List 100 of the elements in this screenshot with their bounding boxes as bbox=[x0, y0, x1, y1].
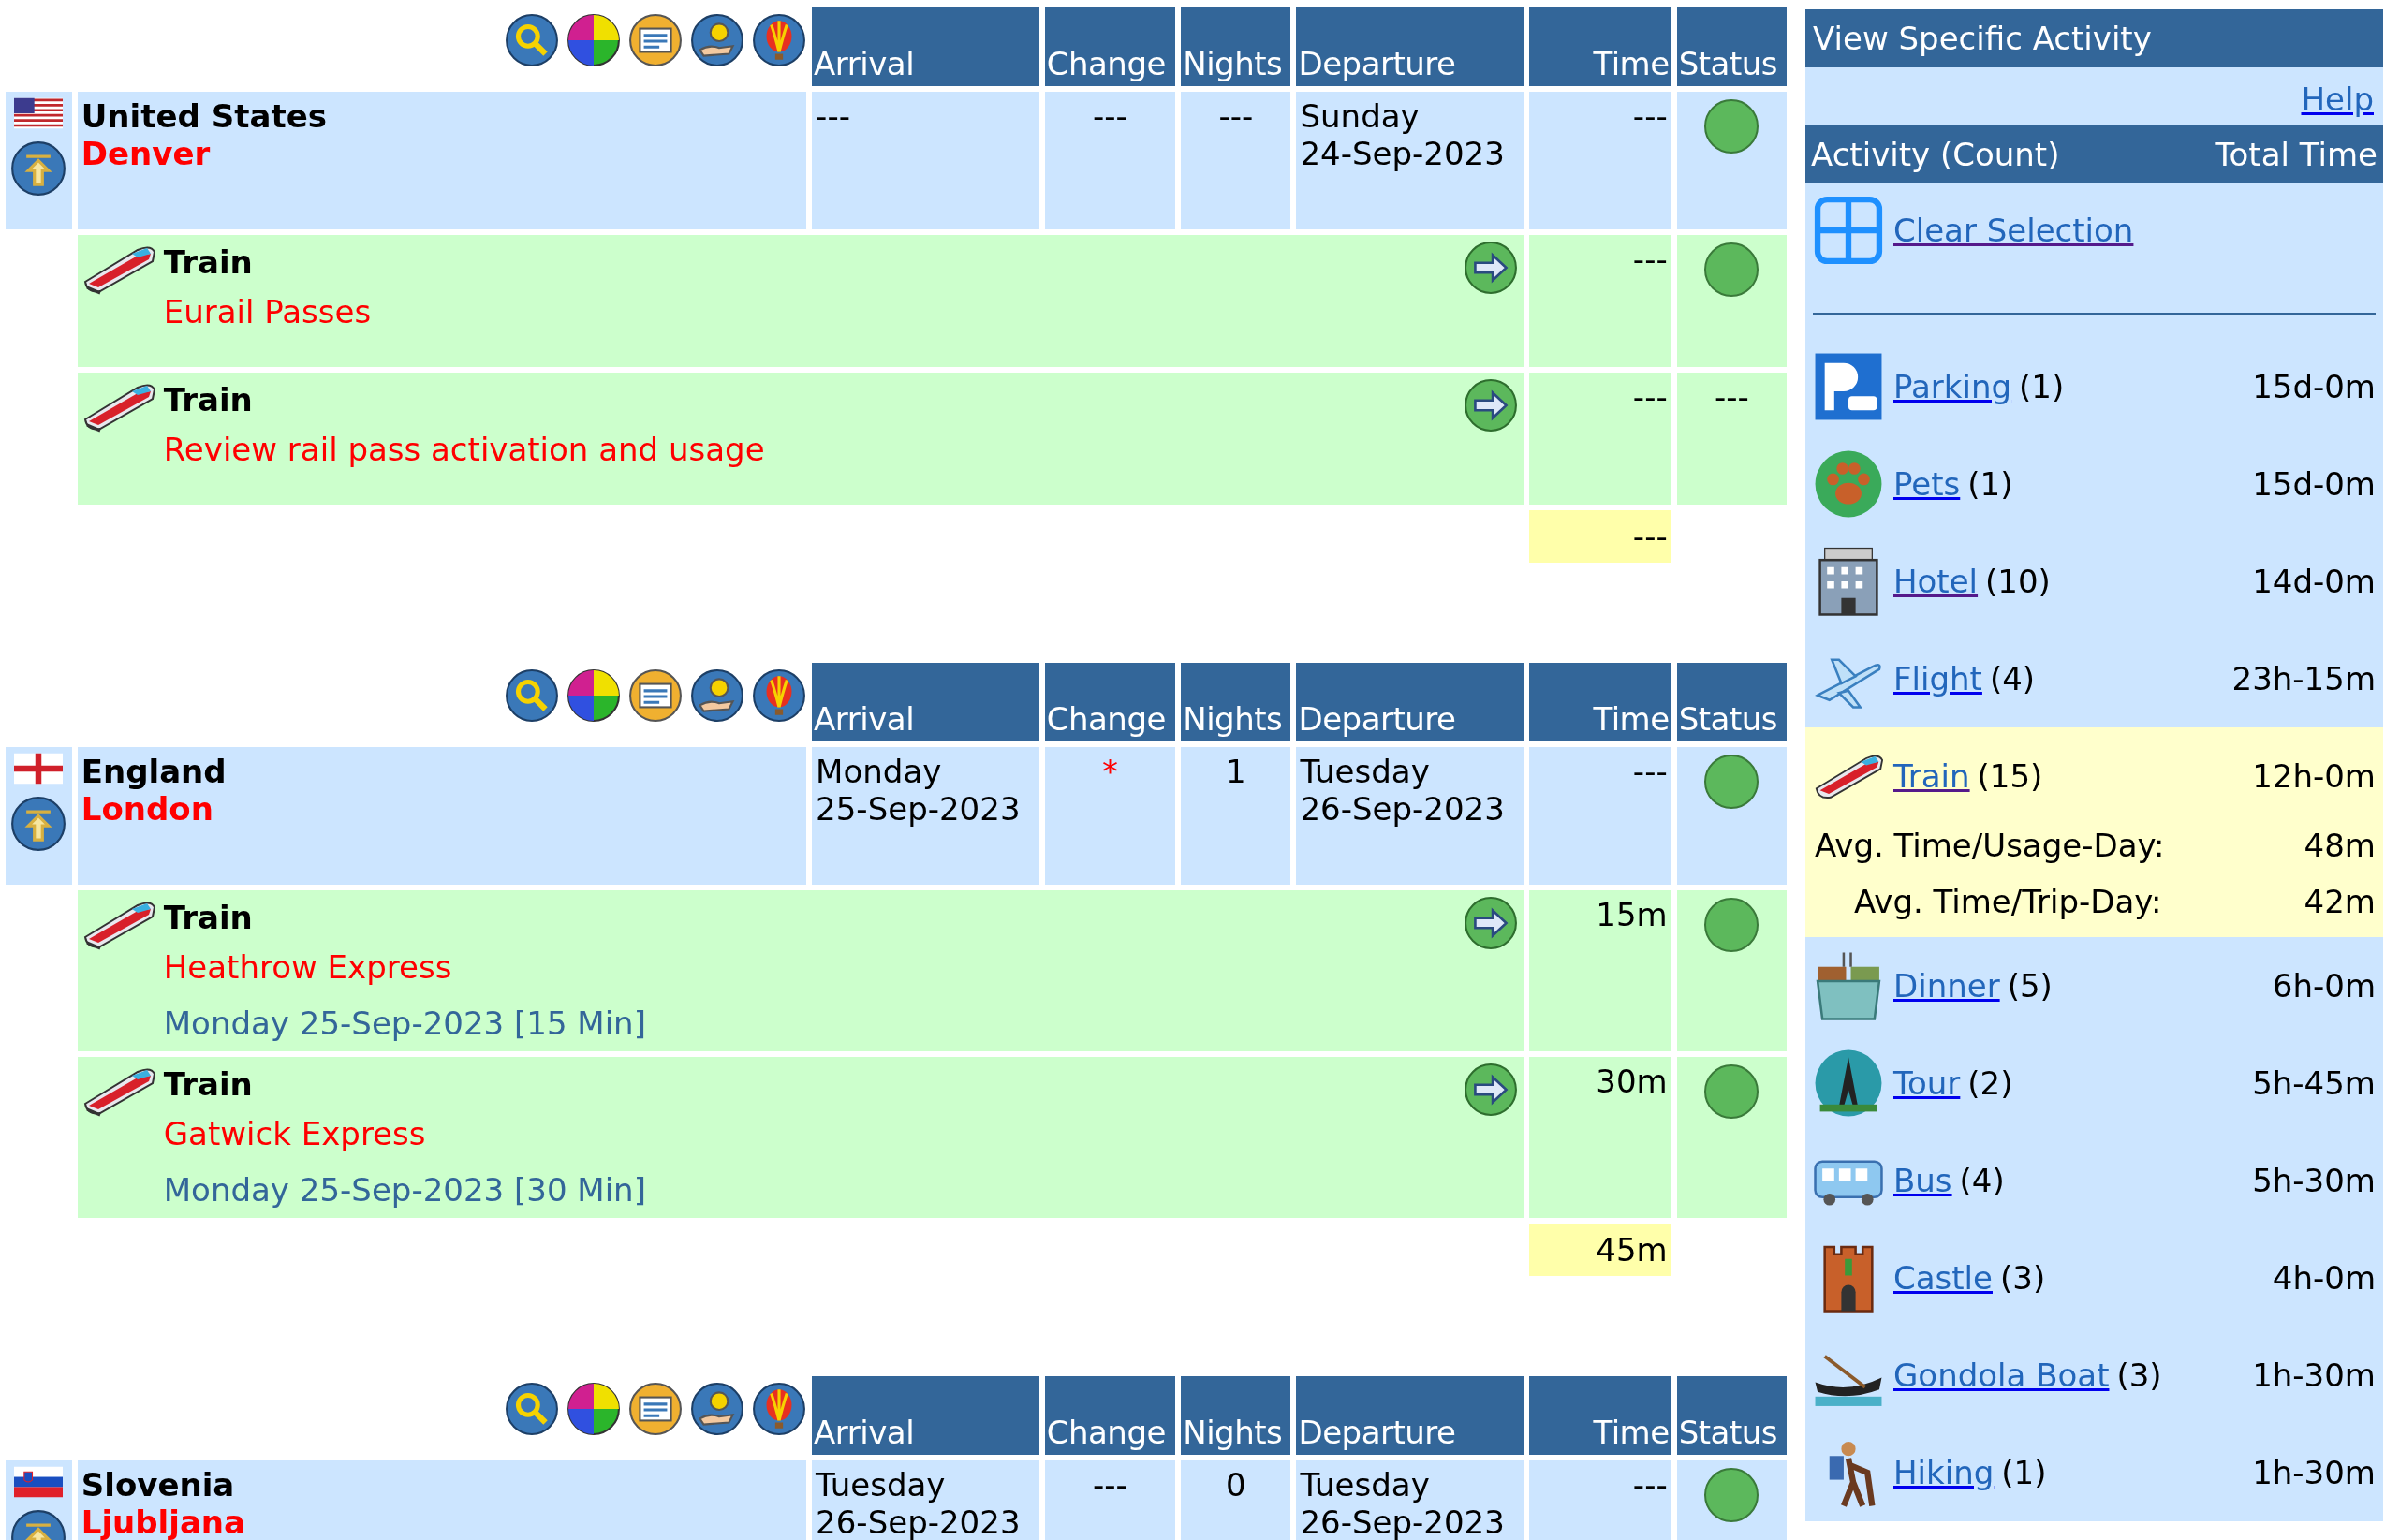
activity-link[interactable]: Parking bbox=[1893, 368, 2012, 405]
pie-chart-icon[interactable] bbox=[567, 668, 622, 723]
column-header: Change bbox=[1044, 7, 1176, 86]
activity-item[interactable]: Flight (4) 23h-15m bbox=[1805, 630, 2383, 727]
activity-item[interactable]: Tour (2) 5h-45m bbox=[1805, 1034, 2383, 1132]
activity-link[interactable]: Dinner bbox=[1893, 967, 2000, 1005]
activity-item[interactable]: Gondola Boat (3) 1h-30m bbox=[1805, 1327, 2383, 1424]
activity-count: (4) bbox=[1959, 1162, 2005, 1199]
card-icon[interactable] bbox=[628, 668, 684, 723]
column-header: Arrival bbox=[812, 663, 1039, 741]
activity-link[interactable]: Train bbox=[1893, 757, 1970, 795]
hand-coin-icon[interactable] bbox=[690, 13, 745, 67]
flag-icon bbox=[14, 753, 64, 785]
clear-selection-link[interactable]: Clear Selection bbox=[1893, 212, 2134, 249]
activity-item[interactable]: Hiking (1) 1h-30m bbox=[1805, 1424, 2383, 1521]
activity-link[interactable]: Flight bbox=[1893, 660, 1982, 697]
magnifier-icon[interactable] bbox=[505, 13, 560, 67]
activity-link[interactable]: Bus bbox=[1893, 1162, 1952, 1199]
status-dot bbox=[1704, 99, 1759, 154]
total-time: 1h-30m bbox=[2252, 1357, 2376, 1394]
total-time: 5h-45m bbox=[2252, 1064, 2376, 1102]
total-time: 23h-15m bbox=[2231, 660, 2376, 697]
stat-label: Avg. Time/Usage-Day: bbox=[1815, 826, 2165, 866]
change-text: --- bbox=[1093, 1466, 1127, 1503]
stat-value: 42m bbox=[2304, 882, 2376, 922]
magnifier-icon[interactable] bbox=[505, 668, 560, 723]
balloon-icon[interactable] bbox=[752, 668, 807, 723]
activity-count: (3) bbox=[2000, 1259, 2046, 1297]
paw-icon bbox=[1813, 448, 1884, 520]
activity-name: Gatwick Express bbox=[163, 1114, 427, 1154]
nights-text: --- bbox=[1218, 97, 1254, 135]
departure-text: 26-Sep-2023 bbox=[1300, 790, 1506, 828]
activity-link[interactable]: Pets bbox=[1893, 465, 1961, 503]
activity-link[interactable]: Gondola Boat bbox=[1893, 1357, 2110, 1394]
activity-link[interactable]: Castle bbox=[1893, 1259, 1993, 1297]
column-header: Time bbox=[1529, 663, 1671, 741]
activity-date: Monday 25-Sep-2023 [30 Min] bbox=[163, 1170, 647, 1210]
activity-title: Train bbox=[163, 242, 254, 283]
column-header: Time bbox=[1529, 1376, 1671, 1455]
activity-title: Train bbox=[163, 1064, 254, 1105]
activity-date: Monday 25-Sep-2023 [15 Min] bbox=[163, 1004, 647, 1044]
card-icon[interactable] bbox=[628, 1382, 684, 1436]
arrival-text: 25-Sep-2023 bbox=[816, 790, 1022, 828]
country-name: England bbox=[81, 753, 228, 790]
activity-name: Heathrow Express bbox=[163, 947, 453, 988]
activity-item[interactable]: Dinner (5) 6h-0m bbox=[1805, 937, 2383, 1034]
magnifier-icon[interactable] bbox=[505, 1382, 560, 1436]
city-name: London bbox=[81, 790, 214, 828]
status-dot bbox=[1704, 898, 1759, 952]
stat-value: 48m bbox=[2304, 826, 2376, 866]
activity-count: (5) bbox=[2007, 967, 2053, 1005]
departure-text: 24-Sep-2023 bbox=[1300, 135, 1506, 172]
time-text: --- bbox=[1632, 378, 1668, 416]
activity-count: (1) bbox=[2001, 1454, 2047, 1491]
activity-name: Eurail Passes bbox=[163, 292, 373, 332]
column-header: Time bbox=[1529, 7, 1671, 86]
column-header: Departure bbox=[1296, 7, 1524, 86]
activity-item[interactable]: Hotel (10) 14d-0m bbox=[1805, 533, 2383, 630]
activity-item[interactable]: Pets (1) 15d-0m bbox=[1805, 435, 2383, 533]
activity-count: (1) bbox=[2019, 368, 2065, 405]
change-text: * bbox=[1101, 753, 1118, 790]
status-dot bbox=[1704, 242, 1759, 297]
hand-coin-icon[interactable] bbox=[690, 1382, 745, 1436]
pie-chart-icon[interactable] bbox=[567, 13, 622, 67]
balloon-icon[interactable] bbox=[752, 1382, 807, 1436]
column-header: Departure bbox=[1296, 1376, 1524, 1455]
change-text: --- bbox=[1093, 97, 1127, 135]
city-name: Ljubljana bbox=[81, 1503, 246, 1540]
activity-item[interactable]: Bus (4) 5h-30m bbox=[1805, 1132, 2383, 1229]
nights-text: 0 bbox=[1226, 1466, 1246, 1503]
column-header: Activity (Count) bbox=[1811, 135, 2060, 175]
total-time: 5h-30m bbox=[2252, 1162, 2376, 1199]
status-text: --- bbox=[1714, 378, 1749, 416]
activity-count: (10) bbox=[1985, 563, 2051, 600]
activity-link[interactable]: Hotel bbox=[1893, 563, 1979, 600]
status-dot bbox=[1704, 755, 1759, 809]
time-text: --- bbox=[1632, 1466, 1668, 1503]
activity-count: (4) bbox=[1989, 660, 2036, 697]
balloon-icon[interactable] bbox=[752, 13, 807, 67]
activity-item[interactable]: Castle (3) 4h-0m bbox=[1805, 1229, 2383, 1327]
activity-item[interactable]: Parking (1) 15d-0m bbox=[1805, 338, 2383, 435]
column-header: Total Time bbox=[2215, 135, 2378, 175]
total-time: 12h-0m bbox=[2252, 757, 2376, 795]
card-icon[interactable] bbox=[628, 13, 684, 67]
departure-text: Sunday bbox=[1300, 97, 1421, 135]
hand-coin-icon[interactable] bbox=[690, 668, 745, 723]
activity-item[interactable]: Train (15) 12h-0m Avg. Time/Usage-Day: 48m Avg. Time/Trip-Day: 42m bbox=[1805, 727, 2383, 937]
column-header: Status bbox=[1676, 7, 1787, 86]
column-header: Status bbox=[1676, 663, 1787, 741]
departure-text: Tuesday bbox=[1300, 753, 1431, 790]
help-link[interactable]: Help bbox=[2301, 81, 2374, 118]
activity-link[interactable]: Hiking bbox=[1893, 1454, 1995, 1491]
parking-icon bbox=[1813, 351, 1884, 422]
activity-link[interactable]: Tour bbox=[1893, 1064, 1961, 1102]
departure-text: 26-Sep-2023 bbox=[1300, 1503, 1506, 1540]
stat-label: Avg. Time/Trip-Day: bbox=[1854, 882, 2162, 922]
status-dot bbox=[1704, 1468, 1759, 1522]
pie-chart-icon[interactable] bbox=[567, 1382, 622, 1436]
column-header: Change bbox=[1044, 1376, 1176, 1455]
activity-title: Train bbox=[163, 898, 254, 938]
